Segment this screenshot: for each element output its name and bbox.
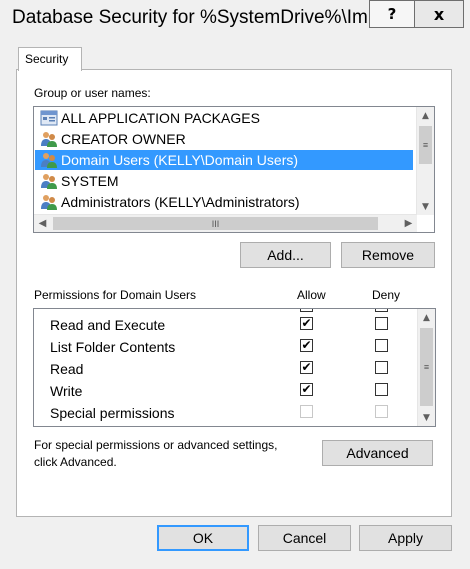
deny-checkbox xyxy=(375,405,388,418)
advanced-hint-line1: For special permissions or advanced sett… xyxy=(34,438,278,452)
partial-checkbox xyxy=(300,309,313,312)
partial-checkbox xyxy=(375,309,388,312)
deny-checkbox[interactable] xyxy=(375,339,388,352)
scroll-thumb[interactable]: ≡ xyxy=(420,328,433,406)
list-item-selected[interactable]: Domain Users (KELLY\Domain Users) xyxy=(35,150,413,170)
scroll-up-icon[interactable]: ▲ xyxy=(418,309,435,326)
title-bar: Database Security for %SystemDrive%\Im..… xyxy=(0,0,470,38)
user-name: Domain Users (KELLY\Domain Users) xyxy=(61,152,299,168)
scroll-left-icon[interactable]: ◀ xyxy=(34,215,51,232)
users-vertical-scrollbar[interactable]: ▲ ≡ ▼ xyxy=(416,107,434,215)
users-icon xyxy=(41,153,57,168)
package-icon xyxy=(40,110,58,126)
ok-button[interactable]: OK xyxy=(157,525,249,551)
deny-header: Deny xyxy=(372,288,401,302)
close-button[interactable]: x xyxy=(414,0,464,28)
help-button[interactable]: ? xyxy=(369,0,415,28)
permission-row: List Folder Contents ✔ xyxy=(34,336,418,358)
list-item[interactable]: Administrators (KELLY\Administrators) xyxy=(35,192,413,212)
cancel-button[interactable]: Cancel xyxy=(258,525,351,551)
allow-checkbox[interactable]: ✔ xyxy=(300,383,313,396)
scroll-down-icon[interactable]: ▼ xyxy=(418,409,435,426)
advanced-button[interactable]: Advanced xyxy=(322,440,433,466)
allow-checkbox xyxy=(300,405,313,418)
allow-checkbox[interactable]: ✔ xyxy=(300,339,313,352)
add-button[interactable]: Add... xyxy=(240,242,331,268)
permissions-list[interactable]: Read and Execute ✔ List Folder Contents … xyxy=(33,308,436,427)
user-name: ALL APPLICATION PACKAGES xyxy=(61,110,260,126)
user-name: CREATOR OWNER xyxy=(61,131,186,147)
permissions-vertical-scrollbar[interactable]: ▲ ≡ ▼ xyxy=(417,309,435,426)
user-name: SYSTEM xyxy=(61,173,119,189)
scroll-right-icon[interactable]: ▶ xyxy=(400,215,417,232)
window-title: Database Security for %SystemDrive%\Im..… xyxy=(12,7,384,28)
allow-checkbox[interactable]: ✔ xyxy=(300,361,313,374)
permission-name: Read and Execute xyxy=(50,317,166,333)
users-icon xyxy=(41,132,57,147)
deny-checkbox[interactable] xyxy=(375,383,388,396)
permission-row: Write ✔ xyxy=(34,380,418,402)
apply-button[interactable]: Apply xyxy=(359,525,452,551)
list-item[interactable]: ALL APPLICATION PACKAGES xyxy=(35,108,413,128)
list-item[interactable]: CREATOR OWNER xyxy=(35,129,413,149)
permission-row: Read and Execute ✔ xyxy=(34,314,418,336)
list-item[interactable]: SYSTEM xyxy=(35,171,413,191)
tab-security[interactable]: Security xyxy=(18,47,82,71)
scroll-thumb[interactable]: ≡ xyxy=(419,126,432,164)
permission-name: List Folder Contents xyxy=(50,339,176,355)
user-name: Administrators (KELLY\Administrators) xyxy=(61,194,300,210)
advanced-hint-line2: click Advanced. xyxy=(34,455,117,469)
users-icon xyxy=(41,174,57,189)
allow-header: Allow xyxy=(297,288,326,302)
scroll-down-icon[interactable]: ▼ xyxy=(417,198,434,215)
remove-button[interactable]: Remove xyxy=(341,242,435,268)
deny-checkbox[interactable] xyxy=(375,361,388,374)
permission-name: Special permissions xyxy=(50,405,175,421)
permissions-title: Permissions for Domain Users xyxy=(34,288,197,302)
deny-checkbox[interactable] xyxy=(375,317,388,330)
scroll-up-icon[interactable]: ▲ xyxy=(417,107,434,124)
users-label: Group or user names: xyxy=(34,86,151,100)
permission-row: Read ✔ xyxy=(34,358,418,380)
permission-name: Write xyxy=(50,383,83,399)
allow-checkbox[interactable]: ✔ xyxy=(300,317,313,330)
users-horizontal-scrollbar[interactable]: ◀ III ▶ xyxy=(34,214,417,232)
scroll-thumb-horizontal[interactable]: III xyxy=(53,217,378,230)
users-icon xyxy=(41,195,57,210)
permission-name: Read xyxy=(50,361,84,377)
users-listbox[interactable]: ALL APPLICATION PACKAGES CREATOR OWNER D… xyxy=(33,106,435,233)
permission-row: Special permissions xyxy=(34,402,418,424)
